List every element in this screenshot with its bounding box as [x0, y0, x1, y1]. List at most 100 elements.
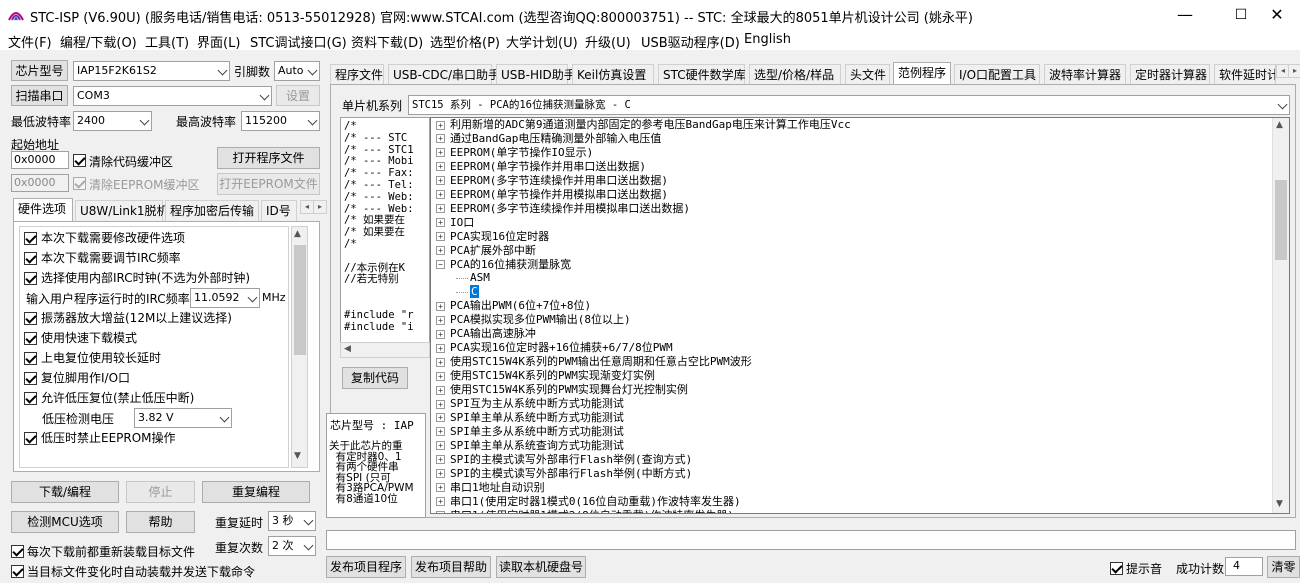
tree-item[interactable]: ASM	[456, 271, 490, 285]
scan-port-button[interactable]: 扫描串口	[11, 85, 68, 106]
tree-item[interactable]: + EEPROM(单字节操作并用模拟串口送出数据)	[436, 188, 668, 202]
options-scrollbar[interactable]: ▲ ▼	[291, 226, 308, 468]
option-fast-download[interactable]: 使用快速下载模式	[24, 328, 137, 348]
expand-icon[interactable]: +	[436, 385, 445, 395]
expand-icon[interactable]: +	[436, 483, 445, 493]
tab-hardware-options[interactable]: 硬件选项	[13, 198, 73, 221]
tree-item[interactable]: + 串口1(使用定时器1模式2(8位自动重载)作波特率发生器)	[436, 509, 734, 513]
tree-item[interactable]: + IO口	[436, 216, 474, 230]
clear-count-button[interactable]: 清零	[1267, 556, 1300, 578]
menu-tools[interactable]: 工具(T)	[145, 32, 189, 51]
option-reset-pin-io[interactable]: 复位脚用作I/O口	[24, 368, 130, 388]
tab-baud-calculator[interactable]: 波特率计算器	[1044, 64, 1126, 84]
option-long-reset-delay[interactable]: 上电复位使用较长延时	[24, 348, 161, 368]
tree-item[interactable]: + 使用STC15W4K系列的PWM实现渐变灯实例	[436, 369, 655, 383]
tree-scrollbar[interactable]: ▲ ▼	[1272, 118, 1289, 513]
series-select[interactable]: STC15 系列 - PCA的16位捕获测量脉宽 - C	[408, 95, 1290, 115]
collapse-icon[interactable]: −	[436, 260, 445, 269]
open-program-file-button[interactable]: 打开程序文件	[217, 147, 320, 169]
tree-item[interactable]: + 使用STC15W4K系列的PWM输出任意周期和任意占空比PWM波形	[436, 355, 752, 369]
max-baud-select[interactable]: 115200	[241, 111, 320, 131]
tree-item[interactable]: + SPI单主单从系统查询方式功能测试	[436, 439, 624, 453]
tab-software-delay[interactable]: 软件延时计	[1214, 64, 1276, 84]
example-tree-dropdown[interactable]: + 利用新增的ADC第9通道测量内部固定的参考电压BandGap电压来计算工作电压…	[430, 117, 1290, 514]
scroll-up-icon[interactable]: ▲	[1276, 120, 1283, 130]
open-eeprom-file-button[interactable]: 打开EEPROM文件	[217, 173, 320, 195]
scroll-thumb[interactable]	[294, 245, 306, 355]
read-disk-id-button[interactable]: 读取本机硬盘号	[496, 556, 586, 578]
code-editor[interactable]: /*/* --- STC/* --- STC1/* --- Mobi/* ---…	[340, 117, 430, 357]
expand-icon[interactable]: +	[436, 176, 445, 186]
clear-code-checkbox[interactable]	[73, 153, 86, 167]
irc-frequency-select[interactable]: 11.0592	[190, 288, 260, 308]
tab-io-config[interactable]: I/O口配置工具	[954, 64, 1040, 84]
tab-timer-calculator[interactable]: 定时器计算器	[1130, 64, 1210, 84]
chip-model-select[interactable]: IAP15F2K61S2	[73, 61, 230, 81]
expand-icon[interactable]: +	[436, 315, 445, 325]
tree-item[interactable]: + SPI的主模式读写外部串行Flash举例(查询方式)	[436, 453, 692, 467]
expand-icon[interactable]: +	[436, 343, 445, 353]
option-modify-hardware[interactable]: 本次下载需要修改硬件选项	[24, 228, 185, 248]
tree-item[interactable]: + SPI单主多从系统中断方式功能测试	[436, 425, 624, 439]
tree-item[interactable]: + PCA输出高速脉冲	[436, 327, 536, 341]
tree-item[interactable]: + PCA模拟实现多位PWM输出(8位以上)	[436, 313, 631, 327]
expand-icon[interactable]: +	[436, 190, 445, 200]
expand-icon[interactable]: +	[436, 204, 445, 214]
expand-icon[interactable]: +	[436, 511, 445, 513]
menu-program[interactable]: 编程/下载(O)	[60, 32, 137, 51]
tab-encrypted-transfer[interactable]: 程序加密后传输	[165, 200, 259, 221]
pin-count-select[interactable]: Auto	[274, 61, 320, 81]
expand-icon[interactable]: +	[436, 399, 445, 409]
tree-item[interactable]: + 串口1(使用定时器1模式0(16位自动重载)作波特率发生器)	[436, 495, 741, 509]
minimize-button[interactable]: —	[1162, 0, 1208, 30]
publish-project-button[interactable]: 发布项目程序	[326, 556, 406, 578]
option-adjust-irc[interactable]: 本次下载需要调节IRC频率	[24, 248, 181, 268]
min-baud-select[interactable]: 2400	[73, 111, 152, 131]
tab-selection-price[interactable]: 选型/价格/样品	[749, 64, 841, 84]
expand-icon[interactable]: +	[436, 329, 445, 339]
code-start-address-input[interactable]: 0x0000	[11, 151, 69, 169]
scroll-down-icon[interactable]: ▼	[294, 451, 301, 461]
tree-item[interactable]: + 通过BandGap电压精确测量外部输入电压值	[436, 132, 661, 146]
expand-icon[interactable]: +	[436, 357, 445, 367]
expand-icon[interactable]: +	[436, 232, 445, 242]
tree-item[interactable]: + 串口1地址自动识别	[436, 481, 545, 495]
tab-scroll-left-icon[interactable]: ◂	[300, 200, 314, 214]
download-program-button[interactable]: 下载/编程	[11, 481, 119, 503]
tab-usb-cdc[interactable]: USB-CDC/串口助手	[388, 64, 500, 84]
expand-icon[interactable]: +	[436, 427, 445, 437]
expand-icon[interactable]: +	[436, 148, 445, 158]
tab-id-number[interactable]: ID号	[261, 200, 297, 221]
menu-interface[interactable]: 界面(L)	[197, 32, 240, 51]
option-low-voltage-reset[interactable]: 允许低压复位(禁止低压中断)	[24, 388, 194, 408]
close-button[interactable]: ✕	[1254, 0, 1300, 30]
scroll-down-icon[interactable]: ▼	[1276, 499, 1283, 509]
repeat-program-button[interactable]: 重复编程	[202, 481, 310, 503]
tree-item[interactable]: − PCA的16位捕获测量脉宽	[436, 258, 571, 272]
stop-button[interactable]: 停止	[126, 481, 195, 503]
repeat-delay-select[interactable]: 3 秒	[268, 511, 316, 531]
expand-icon[interactable]: +	[436, 246, 445, 256]
menu-file[interactable]: 文件(F)	[8, 32, 52, 51]
scroll-up-icon[interactable]: ▲	[294, 229, 301, 239]
beep-checkbox[interactable]	[1110, 561, 1123, 575]
menu-debug[interactable]: STC调试接口(G)	[250, 32, 347, 51]
tree-item[interactable]: + SPI单主单从系统中断方式功能测试	[436, 411, 624, 425]
tree-item[interactable]: + EEPROM(多字节连续操作并用串口送出数据)	[436, 174, 668, 188]
menu-docs[interactable]: 资料下载(D)	[351, 32, 423, 51]
scroll-left-icon[interactable]: ◀	[344, 344, 351, 354]
tree-item[interactable]: + PCA实现16位定时器	[436, 230, 549, 244]
expand-icon[interactable]: +	[436, 413, 445, 423]
tree-item[interactable]: + PCA扩展外部中断	[436, 244, 536, 258]
expand-icon[interactable]: +	[436, 218, 445, 228]
tree-item[interactable]: + SPI的主模式读写外部串行Flash举例(中断方式)	[436, 467, 692, 481]
expand-icon[interactable]: +	[436, 455, 445, 465]
scroll-thumb[interactable]	[1275, 180, 1287, 260]
tree-item[interactable]: + 利用新增的ADC第9通道测量内部固定的参考电压BandGap电压来计算工作电压…	[436, 118, 851, 132]
expand-icon[interactable]: +	[436, 469, 445, 479]
settings-button[interactable]: 设置	[276, 85, 320, 106]
tab-keil-settings[interactable]: Keil仿真设置	[572, 64, 654, 84]
tree-item[interactable]: + EEPROM(单字节操作IO显示)	[436, 146, 593, 160]
tab-header-files[interactable]: 头文件	[845, 64, 890, 84]
port-select[interactable]: COM3	[73, 86, 272, 106]
